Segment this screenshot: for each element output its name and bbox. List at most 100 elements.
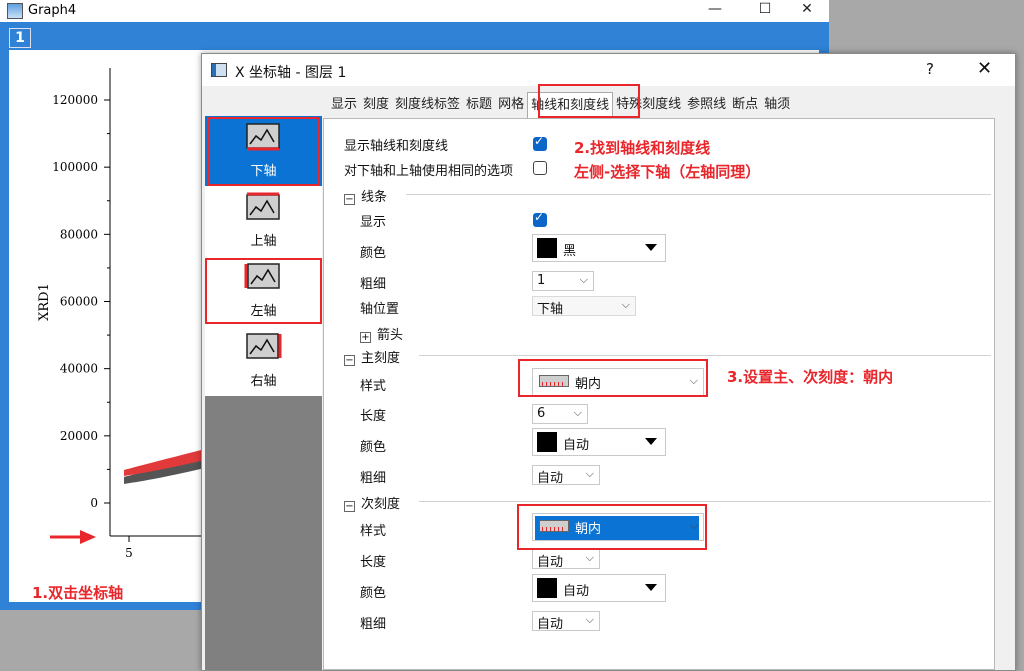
x-ticks: 5 bbox=[125, 536, 133, 560]
help-button[interactable]: ? bbox=[926, 60, 934, 78]
minor-color-select[interactable]: 自动 bbox=[532, 574, 666, 602]
collapse-icon: − bbox=[344, 501, 355, 512]
tab-2[interactable]: 刻度线标签 bbox=[392, 92, 463, 118]
tab-0[interactable]: 显示 bbox=[328, 92, 360, 118]
axis-item-top[interactable]: 上轴 bbox=[205, 186, 322, 256]
axis-item-bottom[interactable]: 下轴 bbox=[205, 116, 322, 186]
axis-position-select[interactable]: 下轴 ⌵ bbox=[532, 296, 636, 317]
axis-position-label: 轴位置 bbox=[360, 302, 400, 317]
dialog-title: X 坐标轴 - 图层 1 bbox=[235, 65, 347, 81]
minor-length-value: 自动 bbox=[537, 555, 564, 570]
line-thickness-select[interactable]: 1 ⌵ bbox=[532, 271, 594, 291]
major-ticks-section-title: 主刻度 bbox=[361, 351, 401, 366]
tab-3[interactable]: 标题 bbox=[463, 92, 495, 118]
y-tick-label: 20000 bbox=[60, 429, 98, 443]
major-style-value: 朝内 bbox=[575, 377, 602, 392]
y-ticks: 120000 100000 80000 60000 40000 20000 0 bbox=[52, 93, 110, 510]
y-tick-label: 120000 bbox=[52, 93, 98, 107]
step1-annotation: 1.双击坐标轴 bbox=[32, 584, 124, 602]
major-length-select[interactable]: 6 ⌵ bbox=[532, 404, 588, 424]
minor-length-select[interactable]: 自动 ⌵ bbox=[532, 549, 600, 570]
show-axis-ticks-label: 显示轴线和刻度线 bbox=[344, 139, 449, 154]
axis-item-left[interactable]: 左轴 bbox=[205, 256, 322, 326]
step2-annotation: 2.找到轴线和刻度线 bbox=[574, 139, 711, 157]
minor-thickness-select[interactable]: 自动 ⌵ bbox=[532, 611, 600, 632]
minor-style-select[interactable]: 朝内 ⌵ bbox=[532, 513, 704, 541]
minor-style-value: 朝内 bbox=[575, 522, 602, 537]
top-axis-icon bbox=[246, 192, 280, 220]
line-thickness-value: 1 bbox=[537, 273, 546, 288]
axis-item-right[interactable]: 右轴 bbox=[205, 326, 322, 396]
tab-1[interactable]: 刻度 bbox=[360, 92, 392, 118]
y-axis-label: XRD1 bbox=[37, 283, 52, 321]
line-color-select[interactable]: 黑 bbox=[532, 234, 666, 262]
tick-style-icon bbox=[539, 375, 569, 387]
collapse-icon: − bbox=[344, 355, 355, 366]
major-thickness-label: 粗细 bbox=[360, 471, 387, 486]
major-thickness-value: 自动 bbox=[537, 471, 564, 486]
arrow-section-title: 箭头 bbox=[377, 328, 404, 343]
tab-bar: 显示 刻度 刻度线标签 标题 网格 轴线和刻度线 特殊刻度线 参照线 断点 轴须 bbox=[328, 92, 793, 118]
axis-item-label: 右轴 bbox=[250, 374, 277, 389]
major-length-label: 长度 bbox=[360, 409, 387, 424]
color-swatch bbox=[537, 578, 557, 598]
major-style-select[interactable]: 朝内 ⌵ bbox=[532, 368, 704, 396]
minor-color-value: 自动 bbox=[563, 584, 590, 599]
step2-annotation-detail: 左侧-选择下轴（左轴同理） bbox=[574, 163, 761, 181]
tab-7[interactable]: 参照线 bbox=[684, 92, 729, 118]
line-section-title: 线条 bbox=[361, 190, 388, 205]
section-divider bbox=[419, 501, 991, 502]
section-divider bbox=[406, 194, 991, 195]
tab-8[interactable]: 断点 bbox=[729, 92, 761, 118]
tab-4[interactable]: 网格 bbox=[495, 92, 527, 118]
major-thickness-select[interactable]: 自动 ⌵ bbox=[532, 465, 600, 486]
major-color-select[interactable]: 自动 bbox=[532, 428, 666, 456]
arrow-section-header[interactable]: + 箭头 bbox=[360, 324, 403, 343]
line-section-header[interactable]: − 线条 bbox=[344, 186, 387, 205]
axis-item-label: 下轴 bbox=[250, 164, 277, 179]
dropdown-arrow-icon bbox=[645, 584, 657, 591]
color-swatch bbox=[537, 238, 557, 258]
minor-thickness-label: 粗细 bbox=[360, 617, 387, 632]
chevron-down-icon: ⌵ bbox=[585, 467, 594, 480]
y-tick-label: 0 bbox=[90, 496, 98, 510]
line-color-value: 黑 bbox=[563, 244, 577, 259]
chevron-down-icon: ⌵ bbox=[621, 298, 630, 311]
right-axis-icon bbox=[246, 333, 282, 359]
chevron-down-icon: ⌵ bbox=[585, 613, 594, 626]
x-tick-label: 5 bbox=[125, 546, 133, 560]
chevron-down-icon: ⌵ bbox=[579, 273, 588, 286]
chevron-down-icon: ⌵ bbox=[573, 406, 582, 419]
bottom-axis-icon bbox=[246, 123, 280, 151]
axis-list-empty-area bbox=[205, 396, 322, 670]
dropdown-arrow-icon bbox=[645, 438, 657, 445]
same-options-checkbox[interactable] bbox=[533, 161, 547, 175]
line-thickness-label: 粗细 bbox=[360, 277, 387, 292]
minor-color-label: 颜色 bbox=[360, 586, 387, 601]
line-color-label: 颜色 bbox=[360, 246, 387, 261]
color-swatch bbox=[537, 432, 557, 452]
minor-thickness-value: 自动 bbox=[537, 617, 564, 632]
line-show-checkbox[interactable] bbox=[533, 210, 547, 227]
tab-5[interactable]: 轴线和刻度线 bbox=[527, 92, 614, 118]
same-options-label: 对下轴和上轴使用相同的选项 bbox=[344, 164, 514, 179]
axis-lines-ticks-panel: 显示轴线和刻度线 对下轴和上轴使用相同的选项 −线条 显示 颜色 黑 粗细 1 … bbox=[323, 118, 995, 670]
major-ticks-section-header[interactable]: − 主刻度 bbox=[344, 347, 400, 366]
chevron-down-icon: ⌵ bbox=[585, 551, 594, 564]
major-color-label: 颜色 bbox=[360, 440, 387, 455]
dialog-titlebar: X 坐标轴 - 图层 1 ? ✕ bbox=[202, 54, 1015, 86]
left-axis-icon bbox=[244, 263, 280, 289]
dialog-close-button[interactable]: ✕ bbox=[977, 58, 992, 79]
major-length-value: 6 bbox=[537, 406, 546, 421]
show-axis-ticks-checkbox[interactable] bbox=[533, 134, 547, 151]
dialog-app-icon bbox=[211, 63, 227, 77]
tab-6[interactable]: 特殊刻度线 bbox=[613, 92, 684, 118]
y-tick-label: 100000 bbox=[52, 160, 98, 174]
y-tick-label: 80000 bbox=[60, 227, 98, 241]
minor-ticks-section-header[interactable]: − 次刻度 bbox=[344, 493, 400, 512]
tab-9[interactable]: 轴须 bbox=[761, 92, 793, 118]
expand-icon: + bbox=[360, 332, 371, 343]
tick-style-icon bbox=[539, 520, 569, 532]
axis-position-value: 下轴 bbox=[537, 302, 564, 317]
minor-length-label: 长度 bbox=[360, 555, 387, 570]
